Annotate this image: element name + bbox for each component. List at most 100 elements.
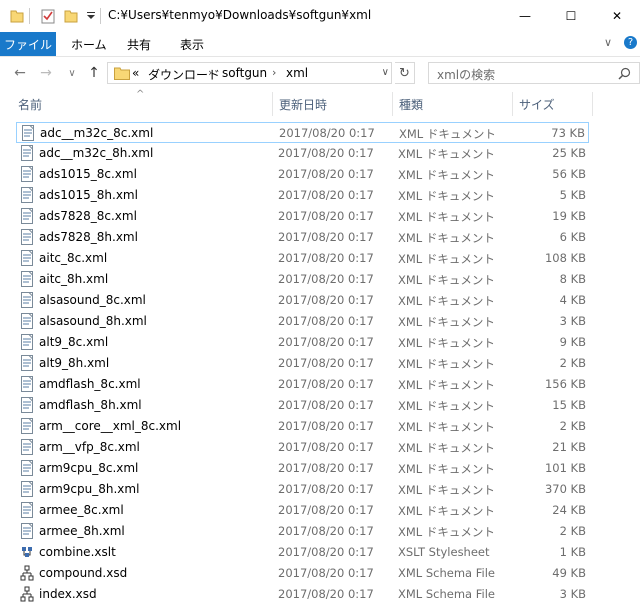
recent-locations-icon[interactable]: ∨	[64, 65, 80, 81]
maximize-button[interactable]: ☐	[548, 0, 594, 32]
column-header-row: ^ 名前 更新日時 種類 サイズ	[0, 89, 640, 116]
xml-file-icon	[21, 460, 33, 476]
refresh-button[interactable]: ↻	[395, 62, 415, 84]
file-row[interactable]: arm9cpu_8h.xml 2017/08/20 0:17 XML ドキュメント 3…	[16, 479, 589, 500]
column-header-name[interactable]: 名前	[18, 92, 42, 116]
file-type: XML ドキュメント	[398, 252, 495, 266]
maximize-icon: ☐	[565, 9, 577, 23]
column-header-date[interactable]: 更新日時	[279, 92, 327, 116]
file-row[interactable]: ads1015_8h.xml 2017/08/20 0:17 XML ドキュメント 5…	[16, 185, 589, 206]
file-date: 2017/08/20 0:17	[278, 566, 374, 580]
file-size: 156 KB	[544, 377, 586, 391]
file-size: 25 KB	[552, 146, 586, 160]
file-row[interactable]: adc__m32c_8c.xml 2017/08/20 0:17 XML ドキュメン…	[16, 122, 589, 143]
file-type: XML ドキュメント	[398, 189, 495, 203]
quick-access-dropdown-icon[interactable]	[86, 8, 96, 24]
file-row[interactable]: amdflash_8c.xml 2017/08/20 0:17 XML ドキュメント…	[16, 374, 589, 395]
file-row[interactable]: alsasound_8c.xml 2017/08/20 0:17 XML ドキュメン…	[16, 290, 589, 311]
file-date: 2017/08/20 0:17	[278, 461, 374, 475]
file-row[interactable]: ads1015_8c.xml 2017/08/20 0:17 XML ドキュメント 5…	[16, 164, 589, 185]
file-size: 3 KB	[559, 587, 586, 601]
sort-ascending-icon: ^	[136, 89, 145, 100]
forward-icon[interactable]: →	[38, 65, 54, 81]
file-date: 2017/08/20 0:17	[278, 440, 374, 454]
file-name: alsasound_8h.xml	[39, 314, 147, 328]
tab-share[interactable]: 共有	[127, 32, 151, 56]
file-row[interactable]: alt9_8c.xml 2017/08/20 0:17 XML ドキュメント 9 KB	[16, 332, 589, 353]
file-row[interactable]: arm__core__xml_8c.xml 2017/08/20 0:17 XML …	[16, 416, 589, 437]
file-size: 4 KB	[559, 293, 586, 307]
file-name: arm9cpu_8h.xml	[39, 482, 140, 496]
file-row[interactable]: compound.xsd 2017/08/20 0:17 XML Schema Fi…	[16, 563, 589, 584]
file-row[interactable]: ads7828_8h.xml 2017/08/20 0:17 XML ドキュメント 6…	[16, 227, 589, 248]
xml-file-icon	[21, 481, 33, 497]
file-type: XML ドキュメント	[398, 294, 495, 308]
properties-icon[interactable]	[41, 8, 55, 24]
file-row[interactable]: aitc_8c.xml 2017/08/20 0:17 XML ドキュメント 108 …	[16, 248, 589, 269]
address-dropdown-icon[interactable]: ∨	[382, 67, 389, 78]
column-divider[interactable]	[512, 92, 513, 116]
column-divider[interactable]	[392, 92, 393, 116]
file-row[interactable]: amdflash_8h.xml 2017/08/20 0:17 XML ドキュメント…	[16, 395, 589, 416]
expand-ribbon-icon[interactable]: ∨	[604, 36, 612, 49]
file-size: 5 KB	[559, 188, 586, 202]
title-divider	[100, 8, 101, 24]
close-icon: ✕	[611, 9, 623, 23]
file-type: XML ドキュメント	[398, 504, 495, 518]
breadcrumb-softgun[interactable]: softgun	[222, 66, 267, 80]
file-name: combine.xslt	[39, 545, 116, 559]
file-size: 9 KB	[559, 335, 586, 349]
file-date: 2017/08/20 0:17	[278, 167, 374, 181]
xml-file-icon	[21, 418, 33, 434]
file-row[interactable]: arm9cpu_8c.xml 2017/08/20 0:17 XML ドキュメント 1…	[16, 458, 589, 479]
search-icon[interactable]	[618, 67, 631, 80]
xml-file-icon	[21, 334, 33, 350]
file-type: XML ドキュメント	[398, 168, 495, 182]
file-date: 2017/08/20 0:17	[278, 419, 374, 433]
breadcrumb-overflow[interactable]: «	[132, 66, 139, 80]
new-folder-icon[interactable]	[64, 8, 78, 24]
file-name: ads1015_8c.xml	[39, 167, 137, 181]
file-row[interactable]: armee_8h.xml 2017/08/20 0:17 XML ドキュメント 2 K…	[16, 521, 589, 542]
breadcrumb-separator[interactable]: ›	[272, 66, 276, 79]
column-header-type[interactable]: 種類	[399, 92, 423, 116]
file-size: 21 KB	[552, 440, 586, 454]
file-name: aitc_8c.xml	[39, 251, 108, 265]
file-row[interactable]: arm__vfp_8c.xml 2017/08/20 0:17 XML ドキュメント…	[16, 437, 589, 458]
file-row[interactable]: alsasound_8h.xml 2017/08/20 0:17 XML ドキュメン…	[16, 311, 589, 332]
address-bar[interactable]: « ダウンロード › softgun › xml ∨	[107, 62, 392, 84]
xml-file-icon	[21, 439, 33, 455]
file-row[interactable]: armee_8c.xml 2017/08/20 0:17 XML ドキュメント 24 …	[16, 500, 589, 521]
search-input[interactable]: xmlの検索	[428, 62, 640, 84]
file-date: 2017/08/20 0:17	[278, 272, 374, 286]
search-placeholder: xmlの検索	[437, 68, 496, 82]
file-row[interactable]: adc__m32c_8h.xml 2017/08/20 0:17 XML ドキュメン…	[16, 143, 589, 164]
tab-file[interactable]: ファイル	[0, 32, 56, 56]
file-row[interactable]: combine.xslt 2017/08/20 0:17 XSLT Styleshe…	[16, 542, 589, 563]
file-date: 2017/08/20 0:17	[278, 587, 374, 601]
folder-icon[interactable]	[10, 8, 24, 24]
tab-home[interactable]: ホーム	[71, 32, 107, 56]
minimize-icon: —	[519, 9, 531, 23]
file-row[interactable]: ads7828_8c.xml 2017/08/20 0:17 XML ドキュメント 1…	[16, 206, 589, 227]
close-button[interactable]: ✕	[594, 0, 640, 32]
up-icon[interactable]: ↑	[86, 65, 102, 81]
minimize-button[interactable]: —	[502, 0, 548, 32]
file-type: XML ドキュメント	[398, 210, 495, 224]
help-icon[interactable]: ?	[624, 36, 637, 49]
file-size: 108 KB	[544, 251, 586, 265]
file-type: XSLT Stylesheet	[398, 545, 490, 559]
file-type: XML ドキュメント	[398, 462, 495, 476]
file-size: 15 KB	[552, 398, 586, 412]
file-size: 370 KB	[544, 482, 586, 496]
back-icon[interactable]: ←	[12, 65, 28, 81]
column-divider[interactable]	[592, 92, 593, 116]
file-row[interactable]: aitc_8h.xml 2017/08/20 0:17 XML ドキュメント 8 KB	[16, 269, 589, 290]
breadcrumb-xml[interactable]: xml	[286, 66, 308, 80]
breadcrumb-separator[interactable]: ›	[208, 66, 212, 79]
column-divider[interactable]	[272, 92, 273, 116]
column-header-size[interactable]: サイズ	[519, 92, 555, 116]
toolbar-divider	[29, 8, 30, 24]
file-row[interactable]: alt9_8h.xml 2017/08/20 0:17 XML ドキュメント 2 KB	[16, 353, 589, 374]
tab-view[interactable]: 表示	[180, 32, 204, 56]
